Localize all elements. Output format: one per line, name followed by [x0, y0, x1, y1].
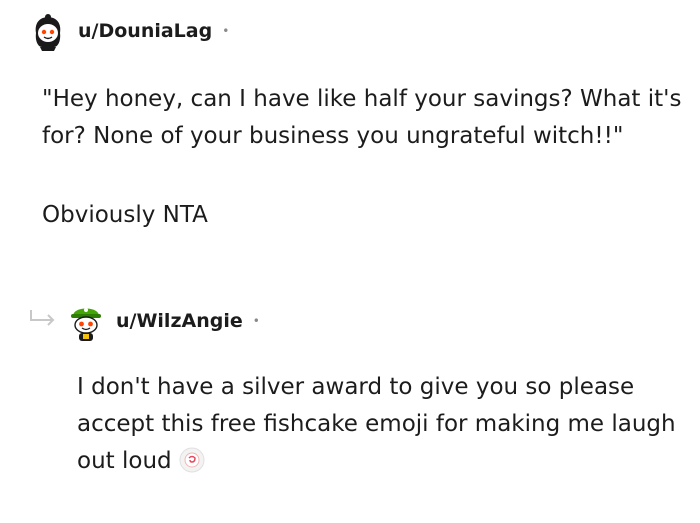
comment-thread: u/DouniaLag • "Hey honey, can I have lik…: [0, 0, 700, 523]
comment-header: u/DouniaLag •: [30, 11, 229, 51]
fishcake-emoji-icon: [179, 447, 205, 473]
separator-dot: •: [222, 24, 230, 38]
separator-dot: •: [252, 314, 260, 328]
user-avatar-icon[interactable]: [68, 300, 104, 342]
comment-header: u/WilzAngie •: [68, 300, 260, 342]
username-link[interactable]: u/DouniaLag: [78, 20, 212, 42]
comment-body: Obviously NTA: [42, 202, 208, 228]
comment-text: I don't have a silver award to give you …: [77, 374, 676, 474]
user-avatar-icon[interactable]: [30, 11, 66, 51]
comment-body: I don't have a silver award to give you …: [77, 369, 677, 480]
comment-body: "Hey honey, can I have like half your sa…: [42, 86, 682, 149]
reply-arrow-icon: [30, 310, 55, 326]
username-link[interactable]: u/WilzAngie: [116, 310, 243, 332]
